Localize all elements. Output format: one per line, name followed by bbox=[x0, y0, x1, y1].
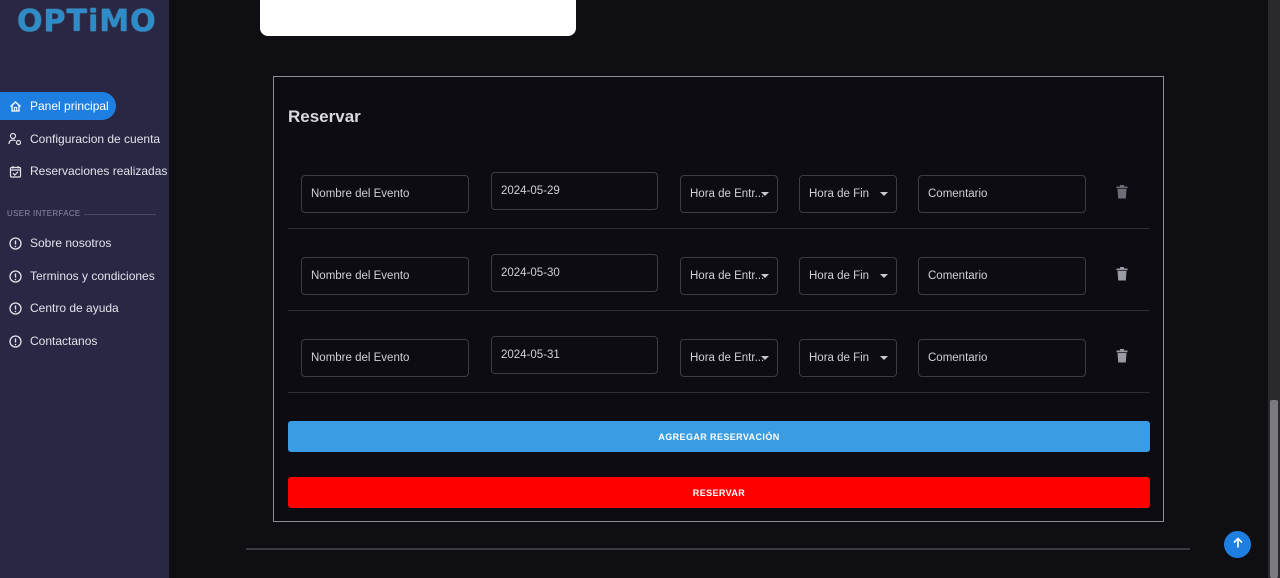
sidebar-item-configuracion[interactable]: Configuracion de cuenta bbox=[0, 125, 160, 153]
top-card bbox=[260, 0, 576, 36]
info-icon bbox=[8, 269, 22, 283]
reservation-row: Nombre del Evento 2024-05-30 Hora de Ent… bbox=[288, 229, 1150, 311]
trash-icon[interactable] bbox=[1116, 349, 1128, 363]
event-name-input[interactable]: Nombre del Evento bbox=[301, 257, 469, 295]
end-time-select[interactable]: Hora de Fin bbox=[799, 175, 897, 213]
sidebar-item-terminos[interactable]: Terminos y condiciones bbox=[0, 262, 155, 290]
start-time-select[interactable]: Hora de Entr... bbox=[680, 257, 778, 295]
sidebar-item-reservaciones[interactable]: Reservaciones realizadas bbox=[0, 157, 167, 185]
reservation-row: Nombre del Evento 2024-05-29 Hora de Ent… bbox=[288, 147, 1150, 229]
reservation-row: Nombre del Evento 2024-05-31 Hora de Ent… bbox=[288, 311, 1150, 393]
trash-icon[interactable] bbox=[1116, 185, 1128, 199]
date-input[interactable]: 2024-05-29 bbox=[491, 172, 658, 210]
sidebar-item-centro-ayuda[interactable]: Centro de ayuda bbox=[0, 294, 119, 322]
scroll-top-button[interactable] bbox=[1224, 531, 1251, 558]
reservation-panel: Reservar Nombre del Evento 2024-05-29 Ho… bbox=[273, 76, 1164, 522]
info-icon bbox=[8, 301, 22, 315]
end-time-select[interactable]: Hora de Fin bbox=[799, 257, 897, 295]
sidebar: OPTiMO Panel principal Configuracion de … bbox=[0, 0, 169, 578]
home-icon bbox=[8, 99, 22, 113]
sidebar-item-label: Configuracion de cuenta bbox=[30, 132, 161, 146]
chevron-down-icon bbox=[761, 192, 769, 196]
sidebar-item-label: Sobre nosotros bbox=[30, 236, 112, 250]
panel-title: Reservar bbox=[288, 107, 361, 126]
chevron-down-icon bbox=[880, 192, 888, 196]
page-scrollbar[interactable] bbox=[1268, 0, 1280, 578]
scrollbar-thumb[interactable] bbox=[1270, 400, 1278, 578]
reserve-button[interactable]: RESERVAR bbox=[288, 477, 1150, 508]
user-settings-icon bbox=[8, 132, 22, 146]
comment-input[interactable]: Comentario bbox=[918, 175, 1086, 213]
section-divider bbox=[84, 214, 156, 215]
app-logo[interactable]: OPTiMO bbox=[17, 4, 157, 39]
start-time-label: Hora de Entr... bbox=[690, 188, 765, 200]
arrow-up-icon bbox=[1232, 536, 1244, 554]
chevron-down-icon bbox=[761, 274, 769, 278]
event-name-input[interactable]: Nombre del Evento bbox=[301, 339, 469, 377]
sidebar-item-label: Reservaciones realizadas bbox=[30, 164, 168, 178]
sidebar-item-label: Contactanos bbox=[30, 334, 98, 348]
calendar-check-icon bbox=[8, 164, 22, 178]
add-reservation-button[interactable]: AGREGAR RESERVACIÓN bbox=[288, 421, 1150, 452]
chevron-down-icon bbox=[880, 274, 888, 278]
start-time-select[interactable]: Hora de Entr... bbox=[680, 175, 778, 213]
event-name-input[interactable]: Nombre del Evento bbox=[301, 175, 469, 213]
sidebar-item-sobre-nosotros[interactable]: Sobre nosotros bbox=[0, 229, 111, 257]
end-time-label: Hora de Fin bbox=[809, 352, 870, 364]
info-icon bbox=[8, 236, 22, 250]
footer-divider bbox=[246, 548, 1190, 550]
sidebar-item-label: Centro de ayuda bbox=[30, 301, 119, 315]
comment-input[interactable]: Comentario bbox=[918, 339, 1086, 377]
comment-input[interactable]: Comentario bbox=[918, 257, 1086, 295]
trash-icon[interactable] bbox=[1116, 267, 1128, 281]
date-input[interactable]: 2024-05-30 bbox=[491, 254, 658, 292]
end-time-select[interactable]: Hora de Fin bbox=[799, 339, 897, 377]
chevron-down-icon bbox=[761, 356, 769, 360]
sidebar-item-panel-principal[interactable]: Panel principal bbox=[0, 92, 116, 120]
start-time-label: Hora de Entr... bbox=[690, 352, 765, 364]
end-time-label: Hora de Fin bbox=[809, 188, 870, 200]
chevron-down-icon bbox=[880, 356, 888, 360]
end-time-label: Hora de Fin bbox=[809, 270, 870, 282]
section-title: USER INTERFACE bbox=[7, 209, 81, 218]
start-time-label: Hora de Entr... bbox=[690, 270, 765, 282]
start-time-select[interactable]: Hora de Entr... bbox=[680, 339, 778, 377]
date-input[interactable]: 2024-05-31 bbox=[491, 336, 658, 374]
info-icon bbox=[8, 334, 22, 348]
sidebar-item-label: Panel principal bbox=[30, 99, 109, 113]
sidebar-item-contactanos[interactable]: Contactanos bbox=[0, 327, 97, 355]
sidebar-item-label: Terminos y condiciones bbox=[30, 269, 155, 283]
